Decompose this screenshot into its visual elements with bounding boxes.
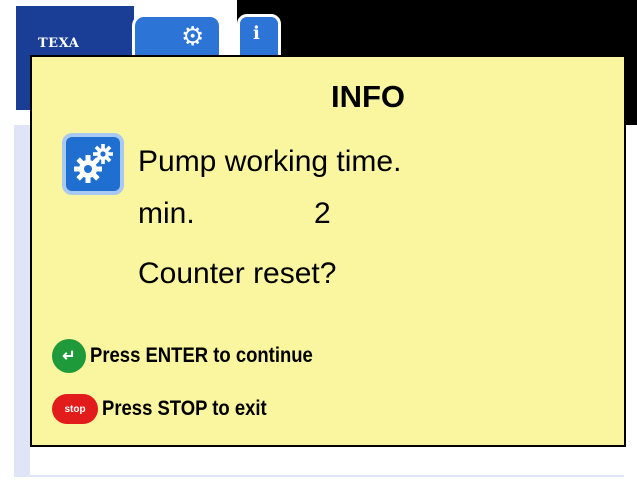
- gear-icon: ⚙: [181, 21, 205, 51]
- gears-icon-graphic: [74, 144, 113, 183]
- enter-hint[interactable]: ↵ Press ENTER to continue: [52, 339, 343, 373]
- brand-logo-text: TEXA: [38, 36, 80, 51]
- info-dialog: INFO Pump working time. min. 2 Counter r…: [30, 55, 626, 447]
- gears-icon: [62, 133, 124, 195]
- dialog-title: INFO: [330, 79, 406, 114]
- message-text: Pump working time.: [138, 145, 402, 178]
- stop-icon: stop: [52, 394, 98, 424]
- info-icon: ℹ: [253, 23, 260, 43]
- background-content-panel: [30, 447, 624, 475]
- device-screen: TEXA ⚙ ℹ INFO Pump working time. min. 2 …: [0, 0, 637, 483]
- unit-label: min.: [138, 197, 195, 230]
- stop-hint-label: Press STOP to exit: [102, 397, 267, 420]
- stop-hint[interactable]: stop Press STOP to exit: [52, 394, 289, 424]
- enter-icon: ↵: [52, 339, 86, 373]
- enter-hint-label: Press ENTER to continue: [90, 344, 313, 367]
- reset-question: Counter reset?: [138, 257, 337, 290]
- counter-value: 2: [314, 197, 331, 230]
